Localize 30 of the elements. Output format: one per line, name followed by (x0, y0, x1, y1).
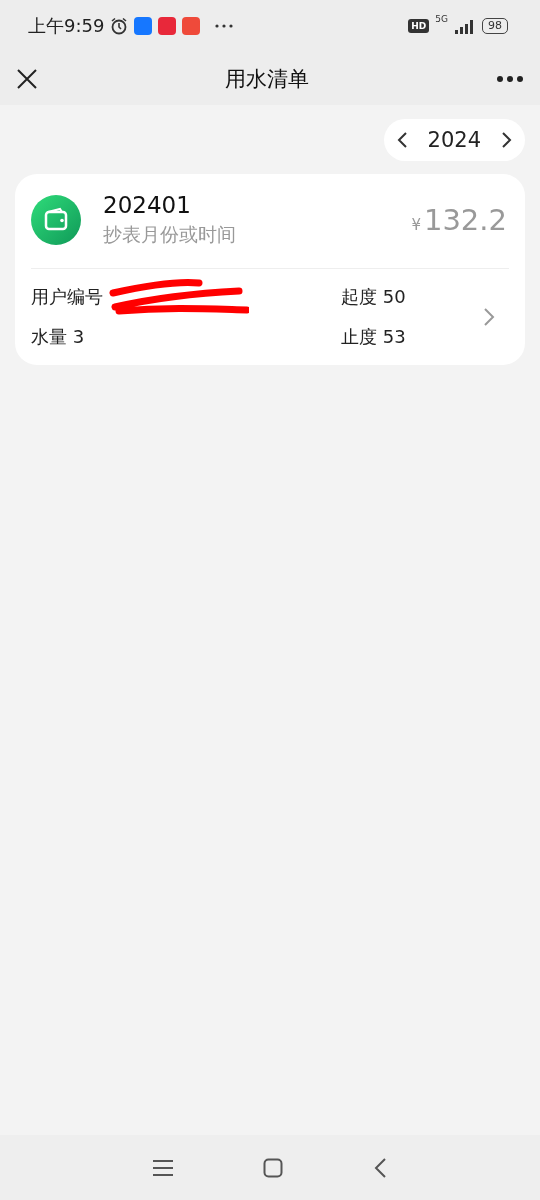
currency-symbol: ¥ (411, 216, 421, 234)
end-reading: 止度 53 (341, 325, 407, 349)
home-icon[interactable] (263, 1157, 283, 1178)
bill-amount: 132.2 (423, 203, 507, 237)
more-notifications-icon (214, 23, 235, 29)
next-year-icon[interactable] (499, 131, 513, 149)
alarm-icon (110, 17, 129, 35)
network-label: 5G (435, 14, 448, 24)
back-icon[interactable] (373, 1157, 387, 1178)
previous-year-icon[interactable] (395, 131, 410, 149)
bill-card[interactable]: 202401 抄表月份或时间 ¥132.2 用户编号 起度 50 水量 3 止度 53 (15, 174, 525, 365)
user-id-label: 用户编号 (31, 286, 103, 307)
more-icon[interactable] (496, 74, 524, 83)
bill-period: 202401 (103, 192, 192, 218)
menu-icon[interactable] (153, 1158, 173, 1177)
water-usage: 水量 3 (31, 325, 86, 349)
app-notification-icon (182, 17, 201, 35)
app-notification-icon (158, 17, 177, 35)
hd-badge: HD (408, 19, 430, 33)
wallet-icon (31, 195, 81, 245)
year-label: 2024 (427, 128, 481, 152)
close-icon[interactable] (16, 67, 38, 90)
start-reading: 起度 50 (341, 285, 407, 309)
bill-subtitle: 抄表月份或时间 (103, 222, 237, 247)
signal-icon (454, 18, 476, 34)
chevron-right-icon (483, 307, 495, 327)
status-time: 上午9:59 (28, 14, 105, 38)
page-title: 用水清单 (225, 65, 309, 93)
app-notification-icon (134, 17, 153, 35)
battery-level: 98 (482, 18, 508, 34)
